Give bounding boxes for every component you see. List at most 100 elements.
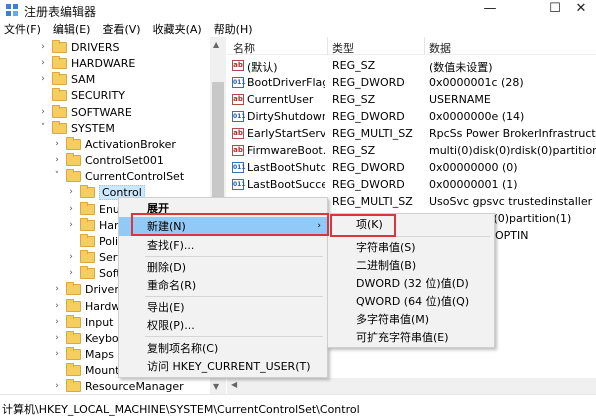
expand-icon[interactable]: › xyxy=(52,301,62,311)
tree-node-hardwareconfig[interactable]: › Hardwa xyxy=(52,298,127,314)
tree-node-label: SECURITY xyxy=(71,88,125,102)
expand-icon[interactable]: › xyxy=(38,58,48,68)
list-row[interactable]: 011 LastBootShutd... REG_DWORD 0x0000000… xyxy=(227,159,596,176)
string-value-icon: ab xyxy=(232,128,244,139)
close-button[interactable]: ✕ xyxy=(566,0,596,20)
folder-icon xyxy=(66,330,81,344)
menu-item-copy-key-name[interactable]: 复制项名称(C) xyxy=(119,339,327,358)
expand-icon[interactable]: › xyxy=(66,187,76,197)
tree-node-resourcemanager[interactable]: › ResourceManager xyxy=(52,378,184,394)
menu-favorites[interactable]: 收藏夹(A) xyxy=(149,20,206,37)
expand-icon[interactable]: › xyxy=(52,381,62,391)
expand-icon[interactable]: › xyxy=(66,220,76,230)
folder-icon xyxy=(66,314,81,328)
column-divider[interactable] xyxy=(424,37,425,55)
registry-path[interactable]: 计算机\HKEY_LOCAL_MACHINE\SYSTEM\CurrentCon… xyxy=(2,401,360,417)
tree-node-driverdatabase[interactable]: › DriverD xyxy=(52,281,127,297)
submenu-item-qword-value[interactable]: QWORD (64 位)值(Q) xyxy=(328,293,494,311)
submenu-item-expandable-string-value[interactable]: 可扩充字符串值(E) xyxy=(328,329,494,347)
collapse-icon[interactable]: ˅ xyxy=(52,171,62,181)
tree-node-label: SAM xyxy=(71,72,96,86)
tree-node-label: CurrentControlSet xyxy=(85,169,185,183)
expand-icon[interactable]: › xyxy=(38,42,48,52)
tree-node-label: DRIVERS xyxy=(71,40,120,54)
expand-icon[interactable]: › xyxy=(52,139,62,149)
value-data: OPTIN xyxy=(495,229,529,242)
menu-item-permissions[interactable]: 权限(P)... xyxy=(119,316,327,335)
tree-node-hardware[interactable]: › HARDWARE xyxy=(38,55,135,71)
list-row[interactable]: 011 LastBootSucce... REG_DWORD 0x0000000… xyxy=(227,176,596,193)
tree-node-label: SOFTWARE xyxy=(71,105,132,119)
folder-icon xyxy=(66,362,81,376)
menu-edit[interactable]: 编辑(E) xyxy=(49,20,95,37)
menu-divider xyxy=(145,336,323,337)
list-row[interactable]: 011 DirtyShutdown... REG_DWORD 0x0000000… xyxy=(227,108,596,125)
expand-icon[interactable]: › xyxy=(52,284,62,294)
menu-item-delete[interactable]: 删除(D) xyxy=(119,258,327,277)
menu-view[interactable]: 查看(V) xyxy=(98,20,144,37)
minimize-button[interactable]: — xyxy=(470,0,510,20)
submenu-item-string-value[interactable]: 字符串值(S) xyxy=(328,239,494,257)
value-data: 0x00000001 (1) xyxy=(429,178,518,191)
tree-node-software[interactable]: › SOFTWARE xyxy=(38,104,132,120)
tree-node-mounteddevices[interactable]: Mounte xyxy=(52,362,126,378)
expand-icon[interactable]: › xyxy=(38,74,48,84)
tree-node-drivers[interactable]: › DRIVERS xyxy=(38,39,119,55)
tree-node-activationbroker[interactable]: › ActivationBroker xyxy=(52,136,176,152)
expand-icon[interactable]: › xyxy=(52,333,62,343)
folder-icon xyxy=(66,346,81,360)
expand-icon[interactable]: › xyxy=(52,317,62,327)
list-row[interactable]: ab EarlyStartServi... REG_MULTI_SZ RpcSs… xyxy=(227,125,596,142)
menu-file[interactable]: 文件(F) xyxy=(0,20,45,37)
value-data: USERNAME xyxy=(429,93,491,106)
tree-node-security[interactable]: SECURITY xyxy=(38,87,125,103)
menu-item-goto-hkcu[interactable]: 访问 HKEY_CURRENT_USER(T) xyxy=(119,357,327,376)
value-data: 0x00000000 (0) xyxy=(429,161,518,174)
column-header-name[interactable]: 名称 xyxy=(233,40,255,56)
scroll-left-icon[interactable]: ◀ xyxy=(231,380,237,389)
expand-icon[interactable]: › xyxy=(66,268,76,278)
value-data: UsoSvc gpsvc trustedinstaller xyxy=(429,195,593,208)
folder-icon xyxy=(66,378,81,392)
tree-node-policies[interactable]: Polic xyxy=(66,233,124,249)
tree-node-keyboardlayout[interactable]: › Keyboa xyxy=(52,330,125,346)
folder-icon xyxy=(52,87,67,101)
value-name: LastBootSucce... xyxy=(247,178,325,191)
expand-icon[interactable]: › xyxy=(52,155,62,165)
collapse-icon[interactable]: ˅ xyxy=(38,123,48,133)
value-name: EarlyStartServi... xyxy=(247,127,325,140)
tree-node-maps[interactable]: › Maps xyxy=(52,346,114,362)
list-row[interactable]: ab FirmwareBoot... REG_SZ multi(0)disk(0… xyxy=(227,142,596,159)
string-value-icon: ab xyxy=(232,60,244,71)
list-row[interactable]: 011 BootDriverFlags REG_DWORD 0x0000001c… xyxy=(227,74,596,91)
tree-node-input[interactable]: › Input xyxy=(52,314,113,330)
binary-value-icon: 011 xyxy=(232,162,246,173)
value-name: LastBootShutd... xyxy=(247,161,325,174)
menu-item-find[interactable]: 查找(F)... xyxy=(119,236,327,255)
submenu-item-dword-value[interactable]: DWORD (32 位)值(D) xyxy=(328,275,494,293)
menu-item-rename[interactable]: 重命名(R) xyxy=(119,276,327,295)
menu-item-export[interactable]: 导出(E) xyxy=(119,298,327,317)
horizontal-scrollbar[interactable] xyxy=(227,378,596,394)
submenu-item-binary-value[interactable]: 二进制值(B) xyxy=(328,257,494,275)
expand-icon[interactable]: › xyxy=(38,107,48,117)
list-row[interactable]: ab CurrentUser REG_SZ USERNAME xyxy=(227,91,596,108)
column-divider[interactable] xyxy=(327,37,328,55)
tree-node-currentcontrolset[interactable]: ˅ CurrentControlSet xyxy=(52,168,184,184)
menu-help[interactable]: 帮助(H) xyxy=(210,20,257,37)
expand-icon[interactable]: › xyxy=(66,204,76,214)
folder-icon xyxy=(66,281,81,295)
tree-node-sam[interactable]: › SAM xyxy=(38,71,95,87)
value-type: REG_SZ xyxy=(332,144,376,157)
submenu-item-multi-string-value[interactable]: 多字符串值(M) xyxy=(328,311,494,329)
tree-node-controlset001[interactable]: › ControlSet001 xyxy=(52,152,164,168)
expand-icon[interactable]: › xyxy=(52,349,62,359)
tree-node-system[interactable]: ˅ SYSTEM xyxy=(38,120,115,136)
column-header-type[interactable]: 类型 xyxy=(332,40,354,56)
expand-icon[interactable]: › xyxy=(66,252,76,262)
scroll-down-icon[interactable]: ▼ xyxy=(213,382,219,391)
list-row[interactable]: ab (默认) REG_SZ (数值未设置) xyxy=(227,57,596,74)
column-header-data[interactable]: 数据 xyxy=(429,40,451,56)
string-value-icon: ab xyxy=(232,94,244,105)
scroll-up-icon[interactable]: ▲ xyxy=(213,40,219,49)
